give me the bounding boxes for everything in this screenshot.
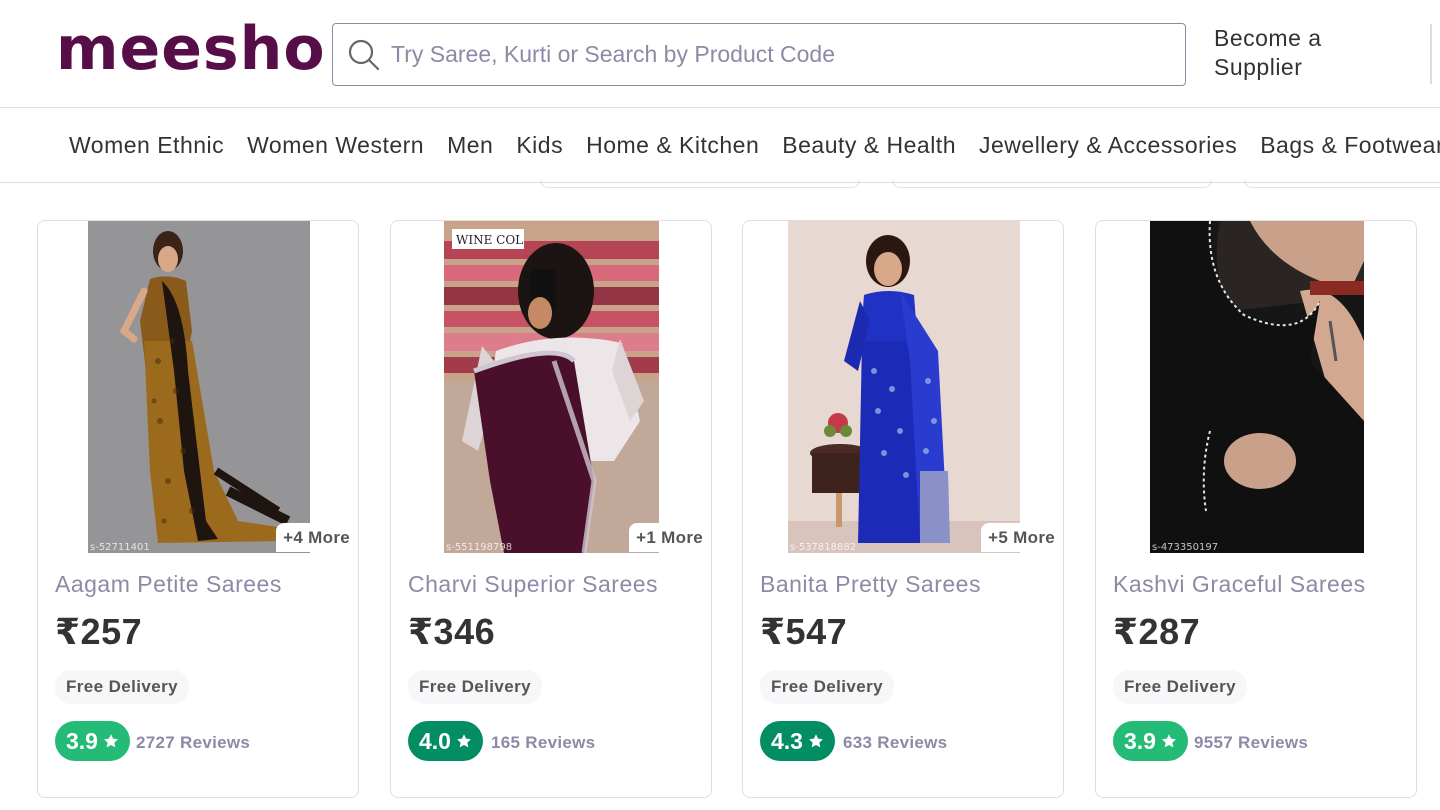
header-divider — [1430, 24, 1432, 84]
nav-men[interactable]: Men — [447, 132, 493, 159]
star-icon — [457, 734, 471, 748]
filter-chip-edge — [1244, 180, 1440, 188]
free-delivery-badge: Free Delivery — [760, 670, 894, 704]
filter-chip-edge — [540, 180, 860, 188]
nav-bags-footwear[interactable]: Bags & Footwear — [1260, 132, 1440, 159]
nav-kids[interactable]: Kids — [516, 132, 563, 159]
product-card[interactable]: s-473350197 Kashvi Graceful Sarees ₹287 … — [1095, 220, 1417, 798]
product-card[interactable]: s-537818882 +5 More Banita Pretty Sarees… — [742, 220, 1064, 798]
product-name: Aagam Petite Sarees — [55, 571, 282, 597]
search-icon — [348, 39, 380, 70]
category-nav: Women Ethnic Women Western Men Kids Home… — [0, 108, 1440, 183]
review-count: 633 Reviews — [843, 733, 948, 752]
product-image: s-473350197 — [1150, 221, 1364, 553]
header: meesho Become a Supplier — [0, 0, 1440, 108]
product-code: s-551198798 — [446, 542, 513, 553]
star-icon — [1162, 734, 1176, 748]
product-image: s-52711401 — [88, 221, 310, 553]
product-price: ₹346 — [408, 611, 496, 652]
product-price: ₹287 — [1113, 611, 1201, 652]
supplier-line-1: Become a — [1214, 25, 1322, 51]
search-input[interactable] — [389, 40, 1153, 69]
nav-jewellery-accessories[interactable]: Jewellery & Accessories — [979, 132, 1237, 159]
search-bar[interactable] — [332, 23, 1186, 86]
product-image: s-537818882 — [788, 221, 1020, 553]
star-icon — [809, 734, 823, 748]
rating-value: 4.3 — [771, 727, 803, 754]
more-variants-badge[interactable]: +4 More — [276, 523, 352, 552]
nav-home-kitchen[interactable]: Home & Kitchen — [586, 132, 759, 159]
rating-badge: 3.9 — [1113, 721, 1188, 761]
rating-badge: 4.0 — [408, 721, 483, 761]
supplier-line-2: Supplier — [1214, 54, 1303, 80]
rating-value: 4.0 — [419, 727, 451, 754]
star-icon — [104, 734, 118, 748]
nav-women-ethnic[interactable]: Women Ethnic — [69, 132, 224, 159]
review-count: 9557 Reviews — [1194, 733, 1309, 752]
become-supplier-link[interactable]: Become a Supplier — [1214, 24, 1322, 82]
product-price: ₹257 — [55, 611, 143, 652]
review-count: 165 Reviews — [491, 733, 596, 752]
product-name: Kashvi Graceful Sarees — [1113, 571, 1366, 597]
filter-chip-edge — [892, 180, 1212, 188]
nav-women-western[interactable]: Women Western — [247, 132, 424, 159]
rating-value: 3.9 — [1124, 727, 1156, 754]
free-delivery-badge: Free Delivery — [55, 670, 189, 704]
free-delivery-badge: Free Delivery — [408, 670, 542, 704]
review-count: 2727 Reviews — [136, 733, 251, 752]
product-image: WINE COL s-551198798 — [444, 221, 659, 553]
product-price: ₹547 — [760, 611, 848, 652]
product-card[interactable]: WINE COL s-551198798 +1 More Charvi Supe… — [390, 220, 712, 798]
meesho-logo[interactable]: meesho — [56, 14, 326, 84]
rating-value: 3.9 — [66, 727, 98, 754]
product-code: s-473350197 — [1152, 542, 1219, 553]
product-card[interactable]: s-52711401 +4 More Aagam Petite Sarees ₹… — [37, 220, 359, 798]
product-code: s-52711401 — [90, 542, 150, 553]
rating-badge: 3.9 — [55, 721, 130, 761]
more-variants-badge[interactable]: +5 More — [981, 523, 1057, 552]
free-delivery-badge: Free Delivery — [1113, 670, 1247, 704]
product-code: s-537818882 — [790, 542, 857, 553]
more-variants-badge[interactable]: +1 More — [629, 523, 705, 552]
image-tag-text: WINE COL — [456, 233, 523, 247]
product-name: Charvi Superior Sarees — [408, 571, 659, 597]
nav-beauty-health[interactable]: Beauty & Health — [782, 132, 956, 159]
rating-badge: 4.3 — [760, 721, 835, 761]
product-name: Banita Pretty Sarees — [760, 571, 981, 597]
